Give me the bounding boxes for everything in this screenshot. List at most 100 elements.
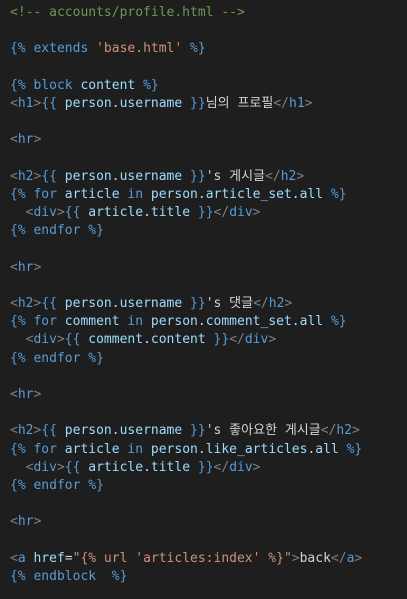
code-token-delim: {% (10, 186, 26, 202)
code-token-ident: username (119, 168, 183, 184)
code-line: <div>{{ comment.content }}</div> (10, 331, 407, 349)
code-token-punct: </ (229, 332, 245, 348)
code-token-tag: div (229, 205, 253, 221)
code-token-tag: a (17, 550, 26, 566)
code-token-delim: {% (10, 477, 26, 493)
code-token-tag: div (33, 332, 57, 348)
code-token-delim: }} (190, 296, 206, 311)
code-token-ident: article (88, 459, 144, 475)
code-token-ident: article (88, 205, 144, 221)
code-token-tag: hr (17, 514, 34, 530)
code-token-punct: < (10, 550, 18, 566)
code-token-delim: {% (10, 223, 26, 239)
code-token-delim: {{ (64, 459, 81, 475)
code-token-punct: < (10, 132, 18, 148)
code-line: <h2>{{ person.username }}'s 좋아요한 게시글</h2… (10, 422, 407, 440)
code-token-ident: content (150, 332, 206, 348)
code-token-attr: href (33, 550, 65, 566)
code-token-delim: {% (10, 77, 26, 93)
code-token-delim: }} (190, 168, 206, 184)
code-token-tag: div (33, 459, 57, 475)
code-line: {% for comment in person.comment_set.all… (10, 313, 407, 331)
code-token-delim: }} (197, 205, 214, 221)
code-line: <div>{{ article.title }}</div> (10, 459, 407, 477)
code-token-tag: hr (17, 386, 34, 402)
code-token-ident: article (64, 186, 120, 202)
code-line: <!-- accounts/profile.html --> (10, 4, 407, 22)
code-token-punct: </ (213, 459, 230, 475)
code-token-punct: < (10, 95, 18, 111)
code-token-ident: like_articles (205, 441, 308, 457)
code-line: <hr> (10, 386, 407, 404)
code-token-delim: {{ (64, 332, 81, 348)
code-token-keyword: endfor (33, 350, 81, 366)
code-token-delim: %} (88, 477, 104, 493)
code-token-tag: h2 (17, 296, 34, 311)
code-token-ident: person (64, 168, 112, 184)
code-token-text: . (197, 441, 206, 457)
code-token-punct: > (33, 259, 42, 275)
code-token-text: back (299, 550, 331, 566)
code-token-delim: {{ (41, 168, 57, 184)
code-token-ident: person (150, 314, 198, 330)
code-line: <h1>{{ person.username }}님의 프로필</h1> (10, 95, 407, 113)
code-token-text: . (197, 186, 206, 202)
code-token-text: . (111, 423, 120, 439)
code-token-tag: h1 (17, 95, 34, 111)
code-token-punct: </ (273, 95, 289, 111)
code-line: {% endfor %} (10, 222, 407, 240)
code-line: <hr> (10, 131, 407, 149)
code-token-text: . (197, 314, 206, 330)
code-line: {% endfor %} (10, 477, 407, 495)
code-editor[interactable]: <!-- accounts/profile.html --> {% extends… (0, 0, 407, 599)
code-token-punct: > (33, 132, 42, 148)
code-token-tag: div (33, 205, 57, 221)
code-token-keyword: extends (33, 41, 89, 57)
code-token-delim: {{ (41, 95, 57, 111)
code-token-ident: comment (64, 314, 120, 330)
code-token-punct: > (304, 95, 313, 111)
code-token-text: . (291, 186, 300, 202)
code-token-tag: hr (17, 259, 34, 275)
code-token-delim: }} (190, 423, 206, 439)
code-token-tag: h2 (280, 168, 297, 184)
code-token-tag: hr (17, 132, 34, 148)
code-token-keyword: endfor (33, 477, 81, 493)
code-token-punct: </ (320, 423, 337, 439)
code-token-delim: {{ (41, 423, 57, 439)
code-token-keyword: block (33, 77, 73, 93)
code-token-punct: > (291, 550, 300, 566)
code-token-delim: }} (213, 332, 230, 348)
code-token-delim: {% (10, 350, 26, 366)
code-line: {% block content %} (10, 77, 407, 95)
code-token-punct: </ (253, 296, 269, 311)
code-token-text: . (111, 95, 120, 111)
code-token-ident: username (119, 95, 183, 111)
code-token-punct: > (56, 205, 65, 221)
code-token-delim: %} (330, 186, 347, 202)
code-token-punct: > (268, 332, 277, 348)
code-line: <a href="{% url 'articles:index' %}">bac… (10, 550, 407, 568)
code-line: <hr> (10, 259, 407, 277)
code-token-text: 's 댓글 (205, 296, 254, 311)
code-token-keyword: endfor (33, 223, 81, 239)
code-token-keyword: for (33, 186, 57, 202)
code-token-ident: all (299, 186, 324, 202)
